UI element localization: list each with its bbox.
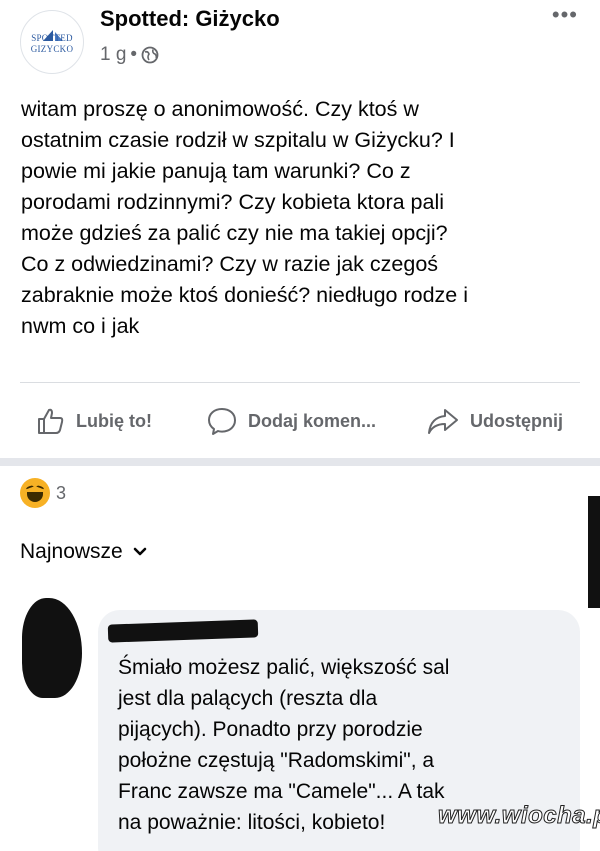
- post-meta: 1 g •: [100, 44, 159, 66]
- post-text-line: Co z odwiedzinami? Czy w razie jak czego…: [21, 252, 439, 276]
- avatar-logo-line1: SPOTTED: [31, 33, 73, 43]
- redaction-mark: [588, 496, 600, 608]
- post-text-line: ostatnim czasie rodził w szpitalu w Giży…: [21, 128, 455, 152]
- globe-icon: [141, 46, 159, 64]
- meta-separator: •: [130, 44, 138, 65]
- sort-label: Najnowsze: [20, 540, 123, 563]
- post-header: SPOTTED GIZYCKO Spotted: Giżycko 1 g • •…: [0, 0, 600, 80]
- comment-bubble-icon: [208, 408, 236, 435]
- share-button[interactable]: Udostępnij: [426, 406, 563, 436]
- post-text-line: porodami rodzinnymi? Czy kobieta ktora p…: [21, 190, 445, 214]
- post-text-line: witam proszę o anonimowość. Czy ktoś w: [21, 97, 419, 121]
- page-name[interactable]: Spotted: Giżycko: [100, 6, 280, 32]
- thumbs-up-icon: [38, 408, 64, 434]
- comment-text-line: pijących). Ponadto przy porodzie: [118, 718, 423, 741]
- post-text-line: powie mi jakie panują tam warunki? Co z: [21, 159, 411, 183]
- comment-text-line: Śmiało możesz palić, większość sal: [118, 656, 450, 679]
- share-label: Udostępnij: [470, 410, 563, 431]
- avatar-logo-line2: GIZYCKO: [30, 44, 74, 54]
- commenter-avatar-redacted[interactable]: [22, 598, 82, 698]
- reactions-summary[interactable]: 3: [20, 478, 66, 508]
- like-label: Lubię to!: [76, 410, 152, 431]
- actions-divider: [20, 382, 580, 383]
- comment-button[interactable]: Dodaj komen...: [206, 406, 376, 436]
- haha-reaction-icon: [20, 478, 50, 508]
- post-action-bar: Lubię to! Dodaj komen... Udostępnij: [0, 396, 600, 446]
- page-avatar[interactable]: SPOTTED GIZYCKO: [20, 10, 84, 74]
- more-options-button[interactable]: •••: [552, 2, 578, 28]
- post-body: witam proszę o anonimowość. Czy ktoś w o…: [21, 94, 581, 342]
- post-text-line: może gdzieś za palić czy nie ma takiej o…: [21, 221, 448, 245]
- reaction-count: 3: [56, 482, 67, 503]
- site-watermark: www.wiocha.pl: [438, 802, 600, 830]
- share-arrow-icon: [428, 409, 458, 434]
- chevron-down-icon: [133, 547, 147, 556]
- comment-sort-dropdown[interactable]: Najnowsze: [20, 540, 147, 564]
- comment-text-line: jest dla palących (reszta dla: [118, 687, 378, 710]
- post-time[interactable]: 1 g: [100, 44, 126, 66]
- comment-label: Dodaj komen...: [248, 410, 377, 431]
- post-text-line: nwm co i jak: [21, 314, 140, 338]
- post-text-line: zabraknie może ktoś donieść? niedługo ro…: [21, 283, 468, 307]
- section-separator: [0, 458, 600, 466]
- comment-text-line: położne częstują "Radomskimi", a: [118, 749, 435, 772]
- like-button[interactable]: Lubię to!: [36, 406, 152, 436]
